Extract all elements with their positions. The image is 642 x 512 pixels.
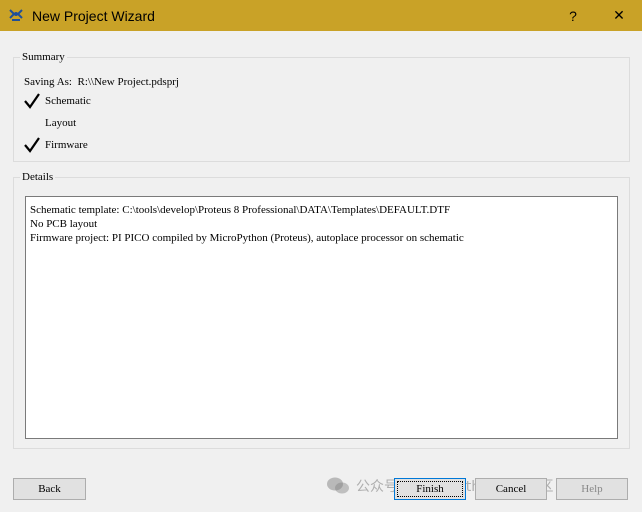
help-button[interactable]: Help bbox=[556, 478, 628, 500]
proteus-app-icon bbox=[9, 9, 23, 21]
saving-as-label: Saving As: R:\\New Project.pdsprj bbox=[24, 76, 179, 88]
summary-item-label: Layout bbox=[45, 117, 77, 129]
help-title-button[interactable]: ? bbox=[550, 0, 596, 31]
back-button-label: Back bbox=[38, 483, 61, 495]
checkmark-icon bbox=[24, 137, 40, 153]
summary-group-title: Summary bbox=[20, 50, 67, 64]
back-button[interactable]: Back bbox=[13, 478, 86, 500]
question-icon: ? bbox=[569, 7, 577, 24]
details-group: Details Schematic template: C:\tools\dev… bbox=[13, 170, 630, 449]
window-title: New Project Wizard bbox=[32, 8, 155, 24]
summary-item-label: Firmware bbox=[45, 139, 88, 151]
new-project-wizard-window: New Project Wizard ? ✕ Summary Saving As… bbox=[0, 0, 642, 512]
help-button-label: Help bbox=[581, 483, 603, 495]
details-group-title: Details bbox=[20, 170, 56, 184]
cancel-button-label: Cancel bbox=[495, 483, 527, 495]
details-line-firmware-project: Firmware project: PI PICO compiled by Mi… bbox=[30, 232, 464, 244]
summary-group: Summary Saving As: R:\\New Project.pdspr… bbox=[13, 50, 630, 162]
cancel-button[interactable]: Cancel bbox=[475, 478, 547, 500]
checkmark-icon bbox=[24, 93, 40, 109]
title-bar[interactable]: New Project Wizard ? ✕ bbox=[0, 0, 642, 31]
close-button[interactable]: ✕ bbox=[596, 0, 642, 31]
details-line-pcb-layout: No PCB layout bbox=[30, 218, 98, 230]
details-line-schematic-template: Schematic template: C:\tools\develop\Pro… bbox=[30, 204, 451, 216]
close-icon: ✕ bbox=[613, 7, 625, 23]
finish-button[interactable]: Finish bbox=[394, 478, 466, 500]
summary-item-label: Schematic bbox=[45, 95, 91, 107]
details-text-area[interactable]: Schematic template: C:\tools\develop\Pro… bbox=[25, 196, 618, 439]
wechat-icon bbox=[327, 477, 349, 494]
finish-button-label: Finish bbox=[416, 483, 444, 495]
